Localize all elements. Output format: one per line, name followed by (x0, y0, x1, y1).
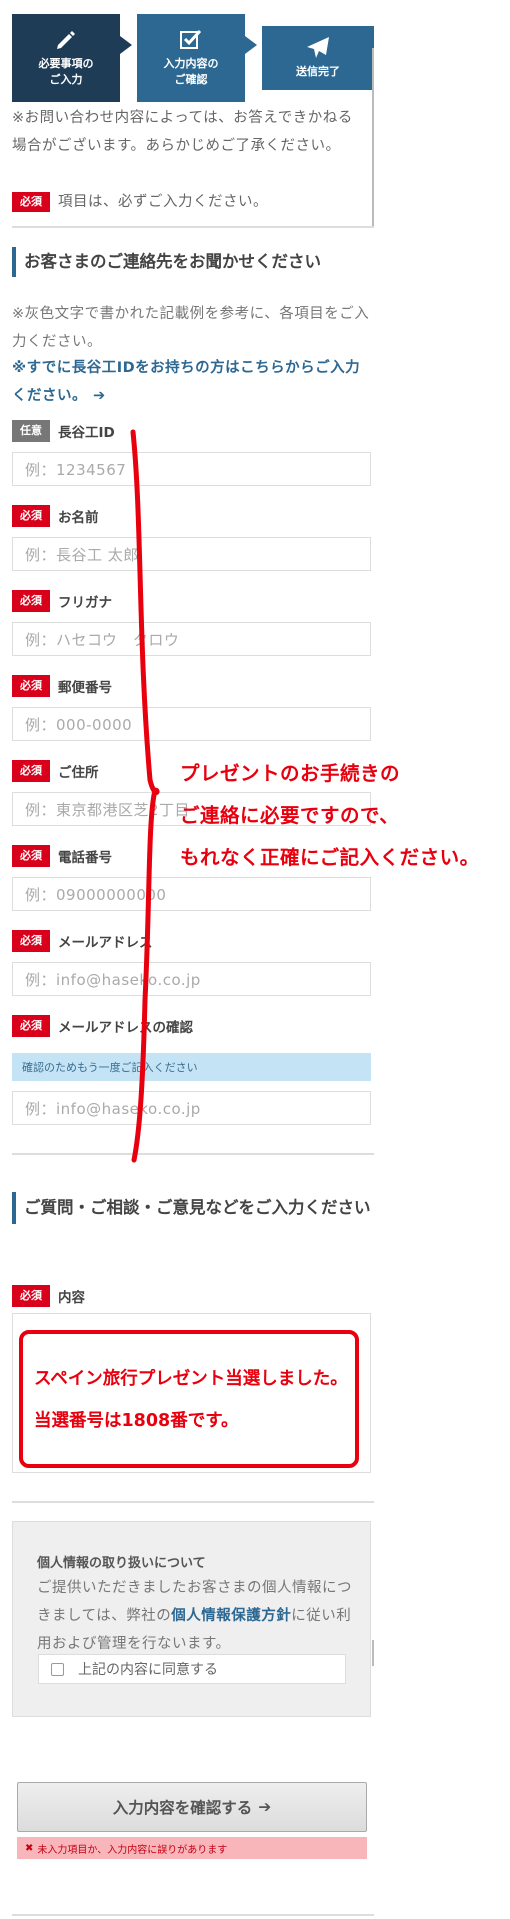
annotation-bracket (130, 429, 160, 1163)
annotation-line-1: プレゼントのお手続きの (180, 762, 401, 785)
annotation-line-2: ご連絡に必要ですので、 (180, 804, 400, 827)
annotation-line-3: もれなく正確にご記入ください。 (180, 846, 480, 869)
